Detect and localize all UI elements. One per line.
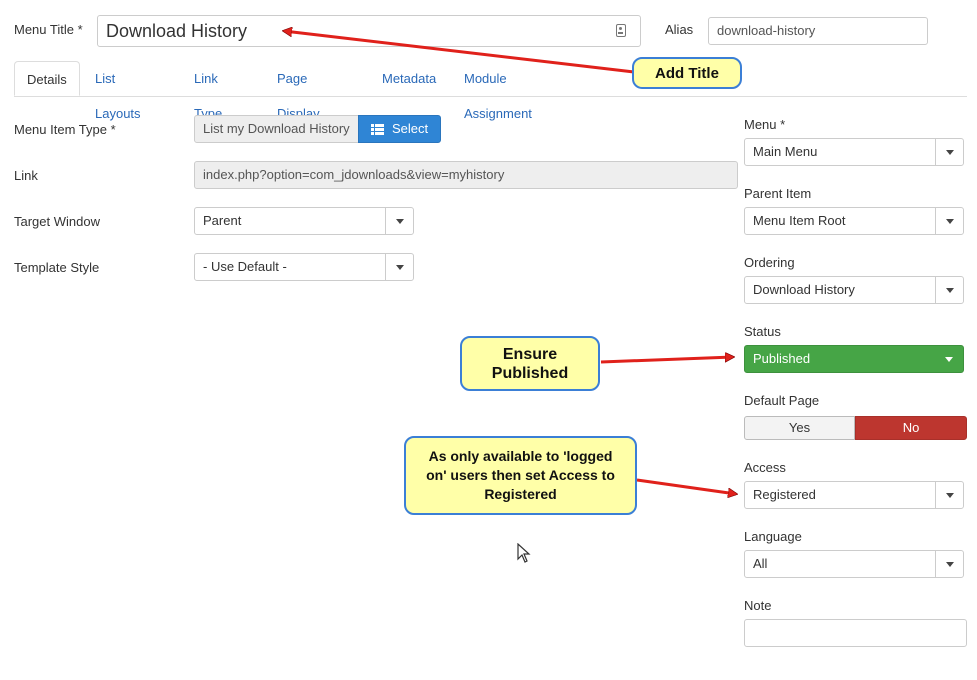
- ensure-published-callout: Ensure Published: [460, 336, 600, 391]
- mouse-cursor-icon: [517, 543, 531, 563]
- add-title-callout: Add Title: [632, 57, 742, 89]
- ensure-published-arrow: [600, 357, 733, 364]
- add-title-arrow: [284, 31, 635, 74]
- access-arrow: [636, 478, 736, 494]
- access-note-callout: As only available to 'logged on' users t…: [404, 436, 637, 515]
